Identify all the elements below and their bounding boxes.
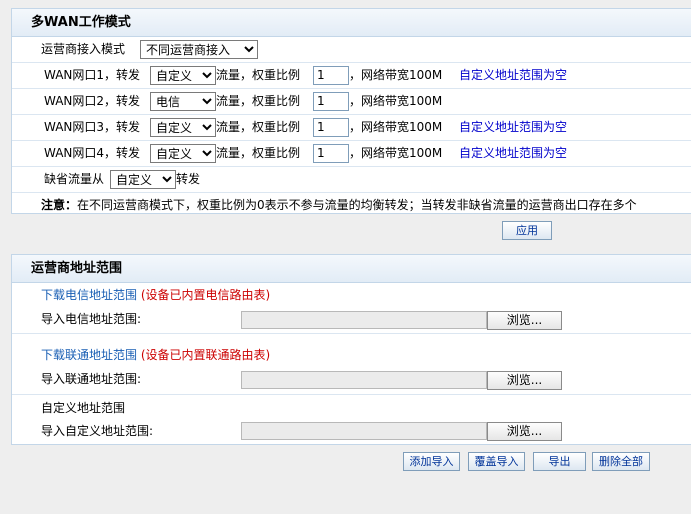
wan1-suffix: 流量，权重比例 — [216, 68, 301, 82]
unicom-file-input[interactable] — [241, 371, 487, 389]
isp-range-title: 运营商地址范围 — [12, 255, 691, 283]
telecom-import-label: 导入电信地址范围: — [41, 312, 142, 326]
multi-wan-title: 多WAN工作模式 — [12, 9, 691, 37]
note-row: 注意：在不同运营商模式下，权重比例为0表示不参与流量的均衡转发；当转发非缺省流量… — [12, 193, 691, 218]
add-import-button[interactable]: 添加导入 — [403, 452, 460, 471]
custom-import-label: 导入自定义地址范围: — [41, 424, 154, 438]
unicom-import-label: 导入联通地址范围: — [41, 372, 142, 386]
wan2-row: WAN网口2，转发 电信 流量，权重比例 1 ，网络带宽100M — [12, 89, 691, 115]
telecom-download-link[interactable]: 下载电信地址范围 — [41, 288, 137, 302]
wan4-select-wrap: 自定义 — [150, 144, 216, 163]
multi-wan-panel: 多WAN工作模式 运营商接入模式 不同运营商接入 WAN网口1，转发 自定义 流… — [11, 8, 691, 214]
telecom-title: 下载电信地址范围 (设备已内置电信路由表) — [41, 287, 270, 303]
wan3-suffix: 流量，权重比例 — [216, 120, 301, 134]
note-label: 注意： — [41, 198, 78, 212]
wan3-prefix: WAN网口3，转发 — [44, 120, 141, 134]
wan2-bandwidth: ，网络带宽100M — [349, 94, 443, 108]
default-flow-prefix: 缺省流量从 — [44, 172, 105, 186]
note-line: 注意：在不同运营商模式下，权重比例为0表示不参与流量的均衡转发；当转发非缺省流量… — [41, 193, 637, 218]
default-flow-select-wrap: 自定义 — [110, 170, 176, 189]
wan1-row: WAN网口1，转发 自定义 流量，权重比例 1 ，网络带宽100M 自定义地址范… — [12, 63, 691, 89]
telecom-file-input[interactable] — [241, 311, 487, 329]
telecom-browse-button[interactable]: 浏览... — [487, 311, 562, 330]
telecom-section: 下载电信地址范围 (设备已内置电信路由表) 导入电信地址范围: 浏览... — [12, 283, 691, 334]
unicom-hint: (设备已内置联通路由表) — [140, 348, 271, 362]
wan3-select-wrap: 自定义 — [150, 118, 216, 137]
wan2-weight-input[interactable]: 1 — [313, 92, 349, 111]
wan2-traffic-select[interactable]: 电信 — [150, 92, 216, 111]
wan3-weight-input[interactable]: 1 — [313, 118, 349, 137]
export-button[interactable]: 导出 — [533, 452, 586, 471]
wan4-weight-input[interactable]: 1 — [313, 144, 349, 163]
telecom-hint: (设备已内置电信路由表) — [140, 288, 271, 302]
custom-file-input[interactable] — [241, 422, 487, 440]
wan4-prefix: WAN网口4，转发 — [44, 146, 141, 160]
wan2-suffix: 流量，权重比例 — [216, 94, 301, 108]
wan3-row: WAN网口3，转发 自定义 流量，权重比例 1 ，网络带宽100M 自定义地址范… — [12, 115, 691, 141]
isp-range-panel: 运营商地址范围 下载电信地址范围 (设备已内置电信路由表) 导入电信地址范围: … — [11, 254, 691, 445]
overwrite-import-button[interactable]: 覆盖导入 — [468, 452, 525, 471]
default-flow-select[interactable]: 自定义 — [110, 170, 176, 189]
apply-button[interactable]: 应用 — [502, 221, 552, 240]
unicom-section: 下载联通地址范围 (设备已内置联通路由表) 导入联通地址范围: 浏览... — [12, 334, 691, 395]
default-flow-suffix: 转发 — [176, 172, 201, 186]
wan1-prefix: WAN网口1，转发 — [44, 68, 141, 82]
wan3-traffic-select[interactable]: 自定义 — [150, 118, 216, 137]
access-mode-select-wrap: 不同运营商接入 — [140, 40, 258, 59]
custom-title: 自定义地址范围 — [41, 401, 126, 415]
access-mode-row: 运营商接入模式 不同运营商接入 — [12, 37, 691, 63]
wan1-traffic-select[interactable]: 自定义 — [150, 66, 216, 85]
wan1-bandwidth: ，网络带宽100M — [349, 68, 443, 82]
wan4-row: WAN网口4，转发 自定义 流量，权重比例 1 ，网络带宽100M 自定义地址范… — [12, 141, 691, 167]
wan2-select-wrap: 电信 — [150, 92, 216, 111]
unicom-title: 下载联通地址范围 (设备已内置联通路由表) — [41, 347, 270, 363]
custom-section: 自定义地址范围 导入自定义地址范围: 浏览... — [12, 395, 691, 443]
wan1-custom-range-link[interactable]: 自定义地址范围为空 — [459, 63, 567, 88]
unicom-download-link[interactable]: 下载联通地址范围 — [41, 348, 137, 362]
default-flow-row: 缺省流量从 自定义 转发 — [12, 167, 691, 193]
access-mode-select[interactable]: 不同运营商接入 — [140, 40, 258, 59]
wan4-bandwidth: ，网络带宽100M — [349, 146, 443, 160]
access-mode-label: 运营商接入模式 — [41, 42, 126, 56]
wan4-traffic-select[interactable]: 自定义 — [150, 144, 216, 163]
wan4-suffix: 流量，权重比例 — [216, 146, 301, 160]
wan1-select-wrap: 自定义 — [150, 66, 216, 85]
wan3-custom-range-link[interactable]: 自定义地址范围为空 — [459, 115, 567, 140]
wan1-weight-input[interactable]: 1 — [313, 66, 349, 85]
wan4-custom-range-link[interactable]: 自定义地址范围为空 — [459, 141, 567, 166]
wan3-bandwidth: ，网络带宽100M — [349, 120, 443, 134]
wan2-prefix: WAN网口2，转发 — [44, 94, 141, 108]
note-text: 在不同运营商模式下，权重比例为0表示不参与流量的均衡转发；当转发非缺省流量的运营… — [77, 198, 637, 212]
delete-all-button[interactable]: 删除全部 — [592, 452, 650, 471]
custom-browse-button[interactable]: 浏览... — [487, 422, 562, 441]
unicom-browse-button[interactable]: 浏览... — [487, 371, 562, 390]
